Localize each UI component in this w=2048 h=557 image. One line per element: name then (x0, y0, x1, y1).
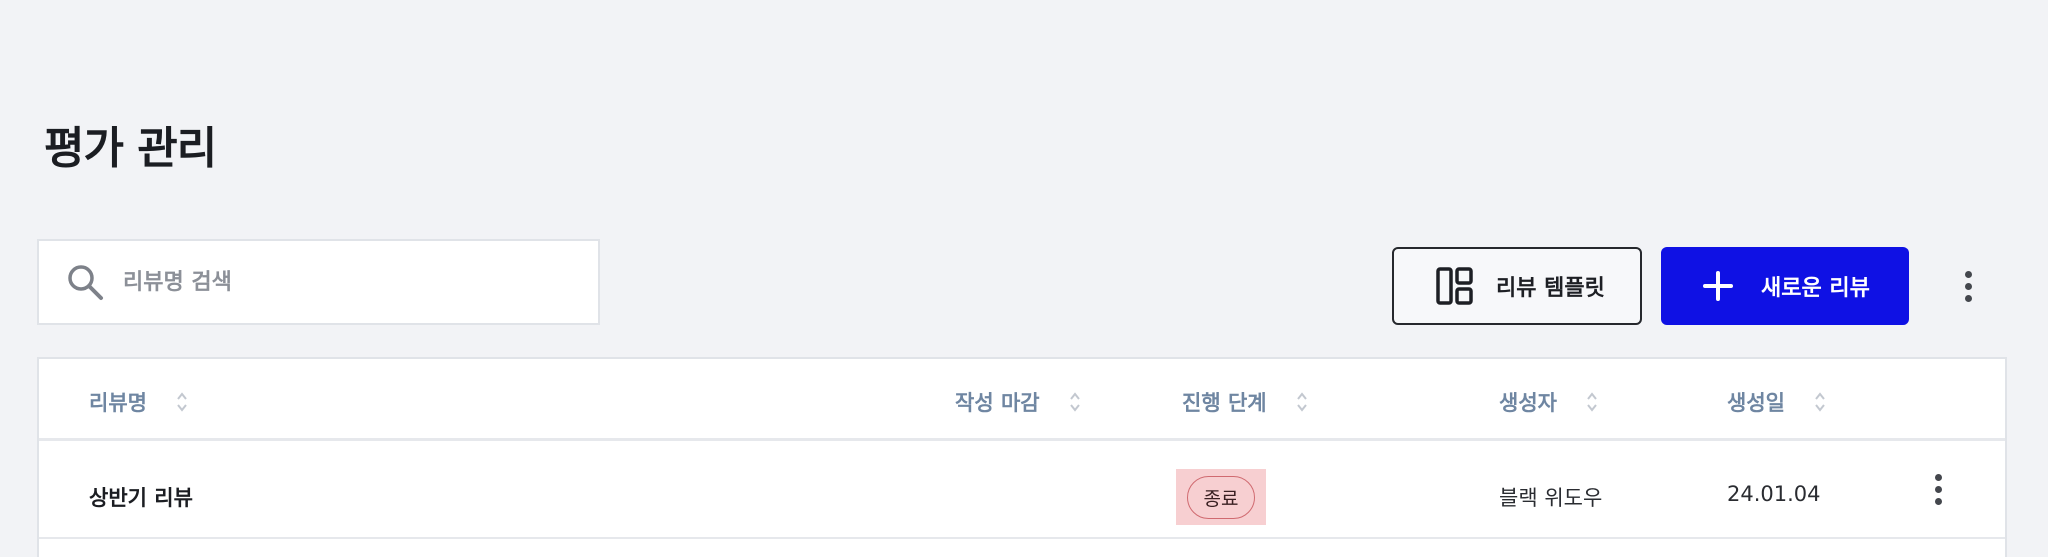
column-header-creator[interactable]: 생성자 (1499, 387, 1599, 417)
status-cell: 종료 (1176, 469, 1266, 525)
layout-template-icon (1436, 267, 1473, 305)
column-header-deadline[interactable]: 작성 마감 (955, 387, 1082, 417)
sort-icon (1587, 392, 1597, 412)
table-header: 리뷰명 작성 마감 진행 단계 생성자 생성일 (39, 359, 2005, 441)
column-header-stage[interactable]: 진행 단계 (1182, 387, 1309, 417)
sort-icon (1296, 392, 1307, 412)
row-more-options-icon[interactable] (1923, 469, 1953, 509)
new-review-button[interactable]: 새로운 리뷰 (1661, 247, 1909, 325)
sort-icon (177, 392, 187, 412)
sort-icon (1815, 392, 1825, 412)
column-header-name[interactable]: 리뷰명 (89, 387, 189, 417)
plus-icon (1703, 271, 1733, 301)
sort-icon (1069, 392, 1080, 412)
new-review-label: 새로운 리뷰 (1761, 276, 1870, 301)
status-badge: 종료 (1186, 475, 1256, 519)
search-input[interactable] (123, 257, 563, 307)
more-options-icon[interactable] (1953, 266, 1983, 306)
column-header-created[interactable]: 생성일 (1727, 387, 1827, 417)
created-date-cell: 24.01.04 (1727, 482, 1821, 506)
search-box[interactable] (37, 239, 600, 325)
review-template-button[interactable]: 리뷰 템플릿 (1392, 247, 1642, 325)
review-name-cell[interactable]: 상반기 리뷰 (89, 482, 193, 512)
page-title: 평가 관리 (44, 123, 217, 174)
table-row[interactable]: 상반기 리뷰 종료 블랙 위도우 24.01.04 (39, 444, 2005, 539)
review-template-label: 리뷰 템플릿 (1496, 276, 1605, 301)
evaluation-management-page: 평가 관리 리뷰 템플릿 새로운 리뷰 리뷰명 (0, 0, 2048, 557)
creator-cell: 블랙 위도우 (1499, 486, 1603, 510)
review-table: 리뷰명 작성 마감 진행 단계 생성자 생성일 상반기 리뷰 종료 블랙 위도우… (37, 357, 2007, 557)
search-icon (68, 265, 103, 300)
